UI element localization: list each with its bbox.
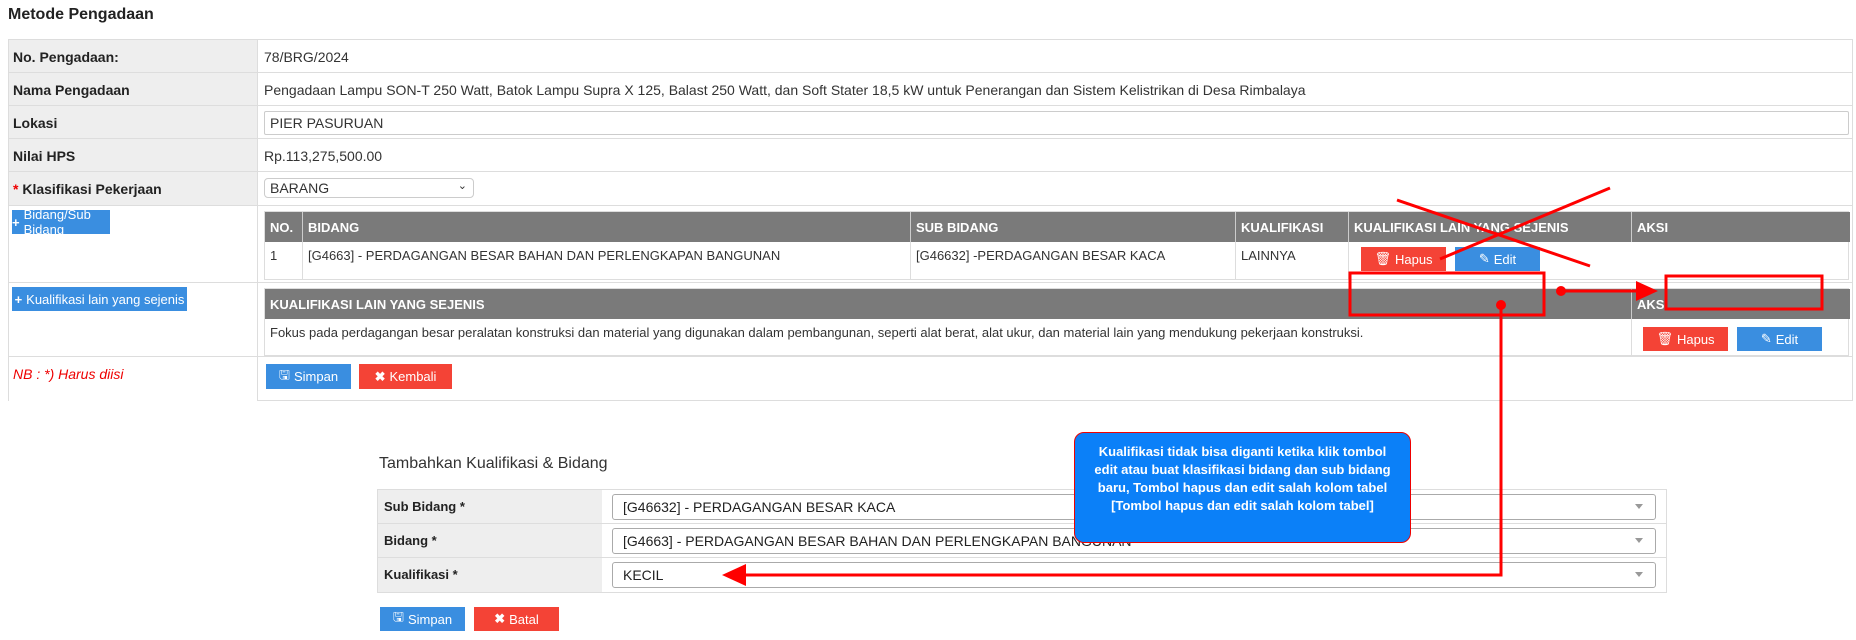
- arrow-head: [722, 564, 746, 586]
- annotation-overlay: [722, 186, 1824, 586]
- highlight-box: [1664, 274, 1824, 311]
- arrow-head: [1636, 281, 1658, 301]
- annotation-callout: Kualifikasi tidak bisa diganti ketika kl…: [1074, 432, 1411, 543]
- highlight-box: [1348, 271, 1546, 317]
